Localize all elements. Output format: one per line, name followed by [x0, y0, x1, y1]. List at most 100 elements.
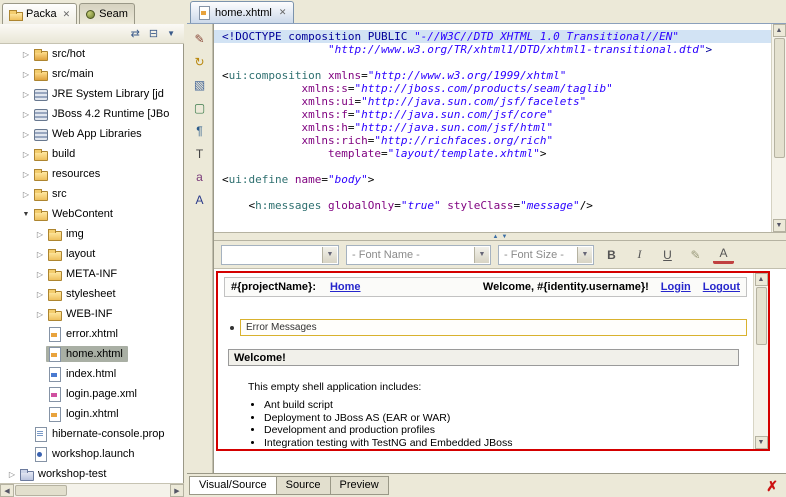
source-code[interactable]: <!DOCTYPE composition PUBLIC "-//W3C//DT… — [214, 30, 771, 212]
home-link[interactable]: Home — [330, 281, 361, 293]
tree-item-content[interactable]: img — [46, 226, 89, 242]
tree-item[interactable]: ▷src — [0, 184, 183, 204]
tree-item-content[interactable]: resources — [32, 166, 105, 182]
chevron-down-icon[interactable]: ▼ — [577, 247, 592, 263]
tree-item[interactable]: ▷META-INF — [0, 264, 183, 284]
scroll-up-icon[interactable]: ▲ — [773, 24, 786, 37]
splitter-down-icon[interactable]: ▼ — [502, 234, 508, 240]
tree-item[interactable]: ▷img — [0, 224, 183, 244]
collapsed-arrow-icon[interactable]: ▷ — [34, 250, 46, 259]
source-editor[interactable]: <!DOCTYPE composition PUBLIC "-//W3C//DT… — [214, 24, 786, 232]
style-combo[interactable]: ▼ — [221, 245, 339, 265]
tree-item[interactable]: login.xhtml — [0, 404, 183, 424]
collapsed-arrow-icon[interactable]: ▷ — [6, 470, 18, 479]
tree-item-content[interactable]: workshop-test — [18, 466, 111, 482]
view-menu-icon[interactable]: ▼ — [167, 29, 175, 38]
source-line[interactable]: xmlns:ui="http://java.sun.com/jsf/facele… — [214, 95, 771, 108]
source-line[interactable]: xmlns:rich="http://richfaces.org/rich" — [214, 134, 771, 147]
tree-item[interactable]: ▷JRE System Library [jd — [0, 84, 183, 104]
tree-item-content[interactable]: index.html — [46, 366, 121, 382]
collapsed-arrow-icon[interactable]: ▷ — [34, 230, 46, 239]
highlight-button[interactable]: ✎ — [685, 244, 706, 265]
tree-item[interactable]: login.page.xml — [0, 384, 183, 404]
expanded-arrow-icon[interactable]: ▼ — [20, 211, 32, 218]
explorer-horizontal-scrollbar[interactable]: ◀ ▶ — [0, 483, 184, 497]
tree-item[interactable]: home.xhtml — [0, 344, 183, 364]
bold-button[interactable]: B — [601, 244, 622, 265]
tree-item[interactable]: ▷layout — [0, 244, 183, 264]
source-line[interactable] — [214, 186, 771, 199]
collapsed-arrow-icon[interactable]: ▷ — [20, 90, 32, 99]
tree-item-content[interactable]: workshop.launch — [32, 446, 140, 462]
show-selection-bar-icon[interactable]: T — [190, 144, 210, 163]
preferences-icon[interactable]: ✎ — [190, 29, 210, 48]
splitter-up-icon[interactable]: ▲ — [493, 234, 499, 240]
show-non-visual-tags-icon[interactable]: ¶ — [190, 121, 210, 140]
collapsed-arrow-icon[interactable]: ▷ — [34, 270, 46, 279]
italic-button[interactable]: I — [629, 244, 650, 265]
tree-item[interactable]: ▷workshop-test — [0, 464, 183, 483]
tree-item[interactable]: ▷JBoss 4.2 Runtime [JBo — [0, 104, 183, 124]
scroll-down-icon[interactable]: ▼ — [773, 219, 786, 232]
close-tab-icon[interactable]: ✕ — [63, 9, 71, 20]
bottom-tab-source[interactable]: Source — [276, 476, 331, 495]
tree-item-content[interactable]: JBoss 4.2 Runtime [JBo — [32, 106, 174, 122]
visual-editor[interactable]: #{projectName}: Home Welcome, #{identity… — [214, 269, 786, 473]
vpe-document[interactable]: #{projectName}: Home Welcome, #{identity… — [216, 271, 770, 451]
font-size-combo[interactable]: - Font Size - ▼ — [498, 245, 594, 265]
link-with-editor-icon[interactable]: ⇄ — [131, 27, 140, 40]
tree-item[interactable]: ▷stylesheet — [0, 284, 183, 304]
show-bundle-messages-icon[interactable]: A — [190, 190, 210, 209]
logout-link[interactable]: Logout — [703, 281, 740, 293]
collapsed-arrow-icon[interactable]: ▷ — [20, 50, 32, 59]
login-link[interactable]: Login — [661, 281, 691, 293]
tree-item-content[interactable]: layout — [46, 246, 100, 262]
source-line[interactable]: <!DOCTYPE composition PUBLIC "-//W3C//DT… — [214, 30, 771, 43]
tree-item-content[interactable]: error.xhtml — [46, 326, 123, 342]
source-line[interactable]: "http://www.w3.org/TR/xhtml1/DTD/xhtml1-… — [214, 43, 771, 56]
tab-seam[interactable]: Seam — [79, 3, 135, 24]
tree-item[interactable]: ▷resources — [0, 164, 183, 184]
show-border-icon[interactable]: ▢ — [190, 98, 210, 117]
tree-item[interactable]: ▷src/main — [0, 64, 183, 84]
source-line[interactable] — [214, 160, 771, 173]
font-color-button[interactable]: A — [713, 245, 734, 264]
source-line[interactable]: <ui:composition xmlns="http://www.w3.org… — [214, 69, 771, 82]
source-line[interactable]: xmlns:f="http://java.sun.com/jsf/core" — [214, 108, 771, 121]
underline-button[interactable]: U — [657, 244, 678, 265]
source-vertical-scrollbar[interactable]: ▲ ▼ — [771, 24, 786, 232]
chevron-down-icon[interactable]: ▼ — [322, 247, 337, 263]
tree-item[interactable]: ▷src/hot — [0, 44, 183, 64]
collapsed-arrow-icon[interactable]: ▷ — [20, 150, 32, 159]
source-visual-splitter[interactable]: ▲ ▼ — [214, 232, 786, 241]
font-name-combo[interactable]: - Font Name - ▼ — [346, 245, 491, 265]
close-editor-tab-icon[interactable]: ✕ — [279, 7, 287, 18]
tree-item[interactable]: ▼WebContent — [0, 204, 183, 224]
bottom-tab-visual-source[interactable]: Visual/Source — [189, 476, 277, 495]
visual-vertical-scrollbar[interactable]: ▲ ▼ — [753, 273, 768, 449]
scrollbar-thumb[interactable] — [756, 287, 767, 345]
tree-item[interactable]: ▷WEB-INF — [0, 304, 183, 324]
tree-item[interactable]: ▷build — [0, 144, 183, 164]
scroll-right-icon[interactable]: ▶ — [170, 484, 184, 497]
show-text-formatting-icon[interactable]: a — [190, 167, 210, 186]
tree-item-content[interactable]: build — [32, 146, 80, 162]
source-line[interactable]: <h:messages globalOnly="true" styleClass… — [214, 199, 771, 212]
collapsed-arrow-icon[interactable]: ▷ — [20, 70, 32, 79]
source-line[interactable] — [214, 56, 771, 69]
tree-item-content[interactable]: stylesheet — [46, 286, 121, 302]
tree-item-content[interactable]: META-INF — [46, 266, 122, 282]
collapse-all-icon[interactable]: ⊟ — [149, 27, 158, 40]
tree-item-content[interactable]: Web App Libraries — [32, 126, 147, 142]
tree-item[interactable]: index.html — [0, 364, 183, 384]
source-line[interactable]: template="layout/template.xhtml"> — [214, 147, 771, 160]
tree-item-content[interactable]: login.xhtml — [46, 406, 124, 422]
tree-item-content[interactable]: src — [32, 186, 72, 202]
collapsed-arrow-icon[interactable]: ▷ — [20, 110, 32, 119]
tab-home-xhtml[interactable]: home.xhtml ✕ — [190, 1, 294, 23]
bottom-tab-preview[interactable]: Preview — [330, 476, 389, 495]
tree-item-content[interactable]: home.xhtml — [46, 346, 128, 362]
source-line[interactable]: xmlns:h="http://java.sun.com/jsf/html" — [214, 121, 771, 134]
refresh-icon[interactable]: ↻ — [190, 52, 210, 71]
scrollbar-thumb[interactable] — [15, 485, 67, 496]
